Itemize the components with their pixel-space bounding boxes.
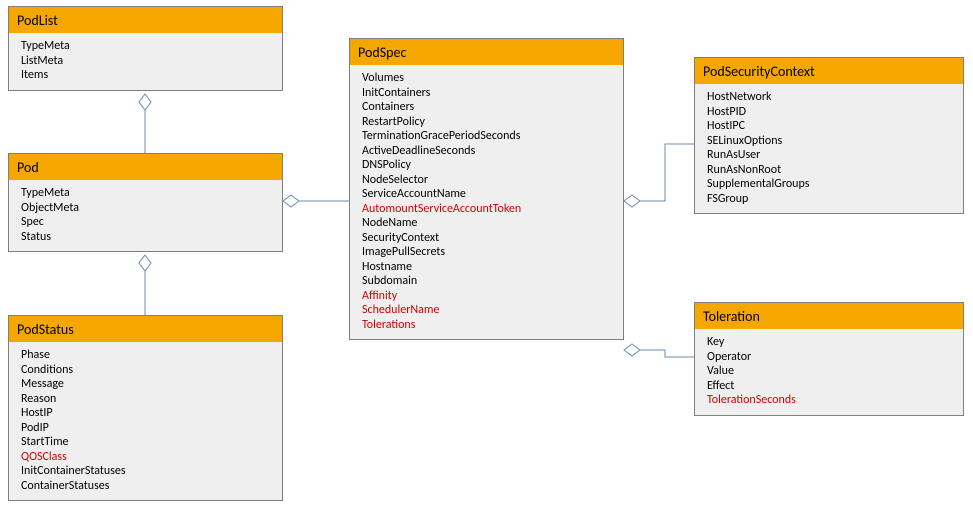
class-title: Toleration — [695, 303, 963, 329]
class-attribute: Containers — [362, 100, 615, 115]
class-attribute: Spec — [21, 215, 274, 230]
class-attribute: ListMeta — [21, 54, 274, 69]
class-pod: Pod TypeMetaObjectMetaSpecStatus — [8, 153, 283, 252]
class-attribute: Key — [707, 335, 955, 350]
class-attribute: Tolerations — [362, 318, 615, 333]
class-attribute: FSGroup — [707, 192, 955, 207]
class-attribute: HostIPC — [707, 119, 955, 134]
class-attribute: TypeMeta — [21, 186, 274, 201]
class-attribute: DNSPolicy — [362, 158, 615, 173]
class-attribute: HostNetwork — [707, 90, 955, 105]
class-attribute: PodIP — [21, 421, 274, 436]
class-attribute: TypeMeta — [21, 39, 274, 54]
class-attribute: SELinuxOptions — [707, 134, 955, 149]
diamond-podspec-toleration — [624, 344, 640, 356]
class-attribute: Reason — [21, 392, 274, 407]
class-attribute: Message — [21, 377, 274, 392]
class-attribute: Effect — [707, 379, 955, 394]
diamond-podlist — [139, 94, 151, 110]
class-attribute: ActiveDeadlineSeconds — [362, 144, 615, 159]
class-attribute: Hostname — [362, 260, 615, 275]
diagram-canvas: http blog.csdn.net/horsefoot PodList Typ… — [0, 0, 973, 515]
class-attribute: HostPID — [707, 105, 955, 120]
class-attribute: SecurityContext — [362, 231, 615, 246]
class-podlist: PodList TypeMetaListMetaItems — [8, 6, 283, 91]
class-podstatus: PodStatus PhaseConditionsMessageReasonHo… — [8, 315, 283, 501]
class-toleration: Toleration KeyOperatorValueEffectTolerat… — [694, 302, 964, 416]
class-attribute: HostIP — [21, 406, 274, 421]
class-title: Pod — [9, 154, 282, 180]
class-attribute: ContainerStatuses — [21, 479, 274, 494]
class-body: VolumesInitContainersContainersRestartPo… — [350, 65, 623, 339]
class-title: PodSpec — [350, 39, 623, 65]
class-title: PodList — [9, 7, 282, 33]
class-attribute: Status — [21, 230, 274, 245]
link-podspec-podsecurity — [640, 144, 694, 201]
class-body: PhaseConditionsMessageReasonHostIPPodIPS… — [9, 342, 282, 500]
class-attribute: Subdomain — [362, 274, 615, 289]
class-attribute: Volumes — [362, 71, 615, 86]
class-attribute: Affinity — [362, 289, 615, 304]
class-attribute: InitContainers — [362, 86, 615, 101]
diamond-pod-status — [139, 255, 151, 271]
class-attribute: RunAsUser — [707, 148, 955, 163]
class-attribute: ImagePullSecrets — [362, 245, 615, 260]
link-podspec-toleration — [640, 350, 694, 357]
class-attribute: StartTime — [21, 435, 274, 450]
class-body: TypeMetaObjectMetaSpecStatus — [9, 180, 282, 251]
class-attribute: AutomountServiceAccountToken — [362, 202, 615, 217]
class-attribute: ServiceAccountName — [362, 187, 615, 202]
class-attribute: SchedulerName — [362, 303, 615, 318]
class-attribute: RestartPolicy — [362, 115, 615, 130]
class-attribute: QOSClass — [21, 450, 274, 465]
class-attribute: TerminationGracePeriodSeconds — [362, 129, 615, 144]
diamond-pod-spec — [283, 195, 299, 207]
class-attribute: Phase — [21, 348, 274, 363]
class-attribute: RunAsNonRoot — [707, 163, 955, 178]
class-attribute: NodeName — [362, 216, 615, 231]
class-attribute: TolerationSeconds — [707, 393, 955, 408]
class-attribute: Conditions — [21, 363, 274, 378]
class-body: KeyOperatorValueEffectTolerationSeconds — [695, 329, 963, 415]
class-podsecuritycontext: PodSecurityContext HostNetworkHostPIDHos… — [694, 57, 964, 214]
class-attribute: Items — [21, 68, 274, 83]
class-title: PodStatus — [9, 316, 282, 342]
class-body: HostNetworkHostPIDHostIPCSELinuxOptionsR… — [695, 84, 963, 213]
class-podspec: PodSpec VolumesInitContainersContainersR… — [349, 38, 624, 340]
class-attribute: ObjectMeta — [21, 201, 274, 216]
class-attribute: Value — [707, 364, 955, 379]
class-attribute: Operator — [707, 350, 955, 365]
class-attribute: SupplementalGroups — [707, 177, 955, 192]
class-attribute: InitContainerStatuses — [21, 464, 274, 479]
class-body: TypeMetaListMetaItems — [9, 33, 282, 90]
class-attribute: NodeSelector — [362, 173, 615, 188]
class-title: PodSecurityContext — [695, 58, 963, 84]
diamond-podspec-security — [624, 195, 640, 207]
